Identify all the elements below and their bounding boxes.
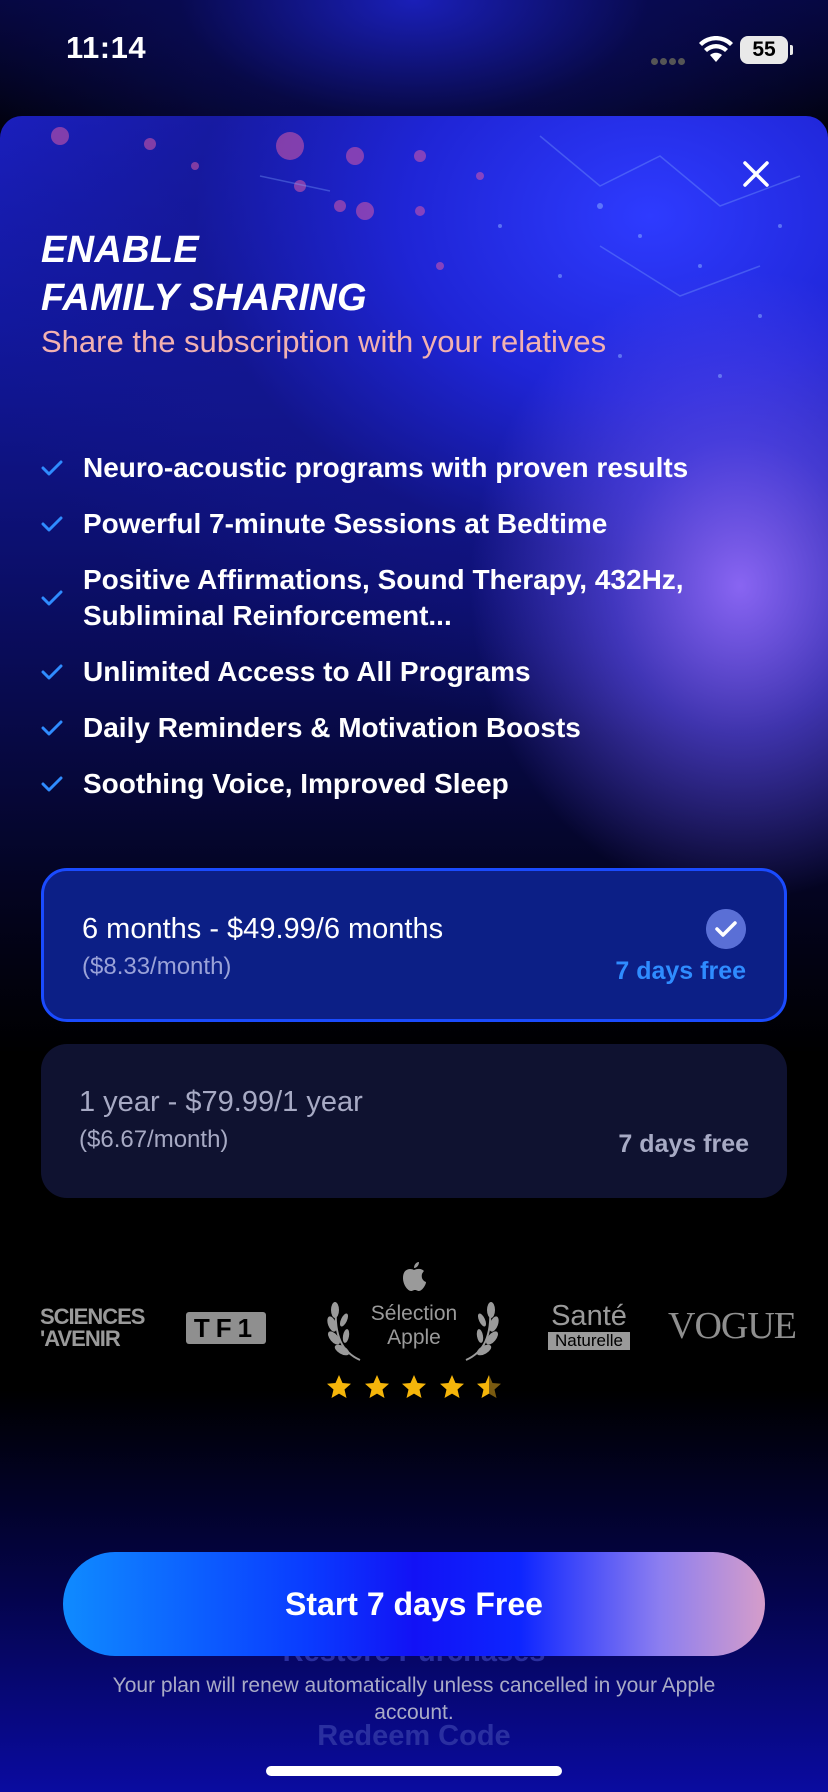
feature-item: Soothing Voice, Improved Sleep bbox=[41, 766, 781, 802]
feature-label: Daily Reminders & Motivation Boosts bbox=[83, 712, 581, 743]
star-icon bbox=[327, 1375, 351, 1398]
home-indicator bbox=[266, 1766, 562, 1776]
legal-text: Your plan will renew automatically unles… bbox=[112, 1674, 716, 1724]
headline-line1: ENABLE bbox=[41, 229, 200, 271]
plan-option-6-months[interactable]: 6 months - $49.99/6 months ($8.33/month)… bbox=[41, 868, 787, 1022]
plan-per-month: ($6.67/month) bbox=[79, 1126, 229, 1153]
selection-line1: Sélection bbox=[370, 1302, 458, 1325]
check-icon bbox=[41, 590, 63, 606]
feature-item: Unlimited Access to All Programs bbox=[41, 654, 781, 690]
cellular-signal-icon bbox=[651, 52, 691, 65]
feature-item: Positive Affirmations, Sound Therapy, 43… bbox=[41, 562, 781, 634]
feature-item: Neuro-acoustic programs with proven resu… bbox=[41, 450, 781, 486]
laurel-right-icon bbox=[465, 1302, 499, 1361]
feature-item: Powerful 7-minute Sessions at Bedtime bbox=[41, 506, 781, 542]
feature-label: Unlimited Access to All Programs bbox=[83, 656, 531, 687]
star-icon bbox=[402, 1375, 426, 1398]
plan-per-month: ($8.33/month) bbox=[82, 953, 232, 980]
sante-naturelle-logo: Santé Naturelle bbox=[548, 1302, 630, 1350]
redeem-code-link[interactable]: Redeem Code bbox=[0, 1720, 828, 1753]
feature-list: Neuro-acoustic programs with proven resu… bbox=[41, 450, 781, 802]
check-icon bbox=[41, 516, 63, 532]
feature-label: Positive Affirmations, Sound Therapy, 43… bbox=[83, 564, 684, 631]
feature-label: Neuro-acoustic programs with proven resu… bbox=[83, 452, 689, 483]
check-icon bbox=[41, 664, 63, 680]
status-time: 11:14 bbox=[66, 30, 147, 65]
subtitle: Share the subscription with your relativ… bbox=[41, 324, 607, 359]
sciences-avenir-logo: SCIENCES 'AVENIR bbox=[40, 1304, 145, 1351]
check-icon bbox=[41, 720, 63, 736]
plan-title: 6 months - $49.99/6 months bbox=[82, 913, 444, 945]
apple-logo-icon bbox=[403, 1262, 426, 1291]
rating-stars bbox=[326, 1374, 502, 1402]
selection-line2: Apple bbox=[387, 1326, 441, 1349]
vogue-logo: VOGUE bbox=[668, 1305, 797, 1347]
battery-icon: 55 bbox=[740, 36, 793, 64]
feature-label: Powerful 7-minute Sessions at Bedtime bbox=[83, 508, 608, 539]
check-icon bbox=[41, 776, 63, 792]
sciences-logo-line2: 'AVENIR bbox=[40, 1326, 121, 1351]
start-free-trial-button[interactable]: Start 7 days Free bbox=[63, 1552, 765, 1656]
sciences-logo-line1: SCIENCES bbox=[40, 1304, 145, 1329]
close-icon[interactable] bbox=[736, 154, 776, 194]
sante-logo-line1: Santé bbox=[551, 1300, 627, 1332]
plan-trial-label: 7 days free bbox=[618, 1130, 749, 1158]
headline-line2: FAMILY SHARING bbox=[41, 277, 367, 319]
plan-title: 1 year - $79.99/1 year bbox=[79, 1086, 363, 1118]
feature-item: Daily Reminders & Motivation Boosts bbox=[41, 710, 781, 746]
sante-logo-line2: Naturelle bbox=[548, 1332, 630, 1350]
headline: ENABLE FAMILY SHARING bbox=[41, 226, 367, 322]
plan-option-1-year[interactable]: 1 year - $79.99/1 year ($6.67/month) 7 d… bbox=[41, 1044, 787, 1198]
plan-trial-label: 7 days free bbox=[615, 957, 746, 985]
star-icon bbox=[439, 1375, 464, 1398]
star-half-icon bbox=[477, 1375, 501, 1398]
tf1-logo: TF1 bbox=[186, 1312, 266, 1344]
selected-check-icon bbox=[706, 909, 746, 949]
status-bar: 11:14 55 bbox=[0, 0, 828, 100]
apple-selection-badge: Sélection Apple bbox=[354, 1302, 474, 1350]
wifi-icon bbox=[699, 36, 733, 62]
paywall-sheet: ENABLE FAMILY SHARING Share the subscrip… bbox=[0, 116, 828, 1792]
star-icon bbox=[364, 1375, 389, 1398]
press-logos: SCIENCES 'AVENIR TF1 Sélection Apple San… bbox=[0, 1262, 828, 1462]
feature-label: Soothing Voice, Improved Sleep bbox=[83, 768, 509, 799]
check-icon bbox=[41, 460, 63, 476]
